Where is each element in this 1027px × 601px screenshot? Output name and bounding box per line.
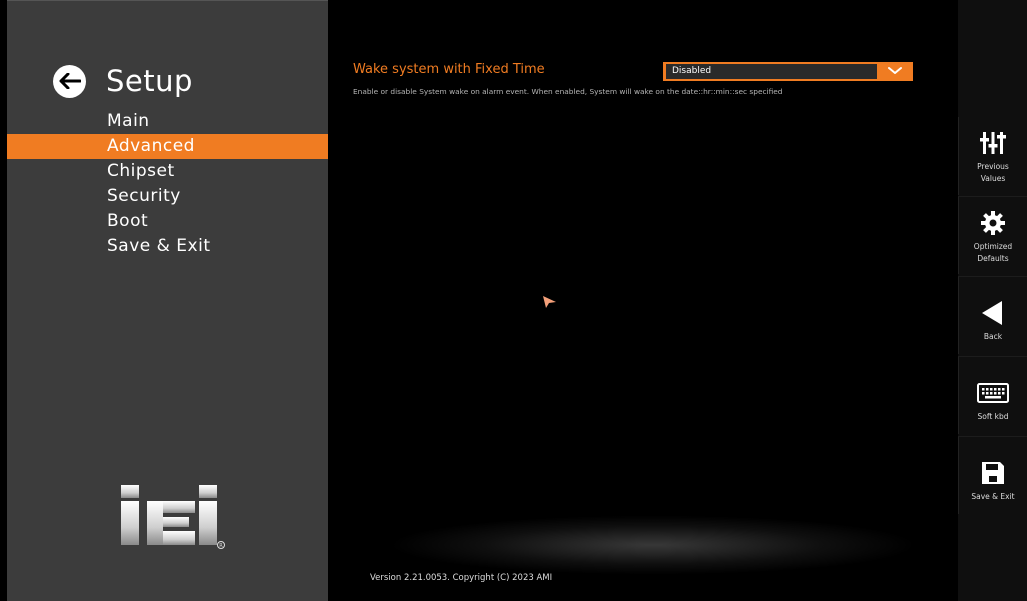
svg-text:R: R bbox=[219, 543, 223, 549]
main-menu: Main Advanced Chipset Security Boot Save… bbox=[7, 109, 328, 259]
setup-title: Setup bbox=[106, 64, 193, 98]
dropdown-value: Disabled bbox=[666, 64, 877, 79]
previous-values-line2: Values bbox=[980, 174, 1006, 183]
bottom-glow bbox=[388, 515, 918, 575]
right-action-panel: Previous Values Optimized Defaults Back … bbox=[958, 0, 1027, 601]
sidebar: Setup Main Advanced Chipset Security Boo… bbox=[7, 0, 328, 601]
soft-kbd-button[interactable]: Soft kbd bbox=[958, 356, 1027, 434]
setup-header: Setup bbox=[53, 64, 193, 98]
menu-item-chipset[interactable]: Chipset bbox=[7, 159, 328, 184]
menu-item-main[interactable]: Main bbox=[7, 109, 328, 134]
floppy-icon bbox=[981, 459, 1005, 487]
optimized-defaults-line1: Optimized bbox=[973, 242, 1013, 251]
iei-logo: R bbox=[117, 481, 229, 557]
version-text: Version 2.21.0053. Copyright (C) 2023 AM… bbox=[370, 573, 553, 583]
previous-values-button[interactable]: Previous Values bbox=[958, 117, 1027, 195]
soft-kbd-label: Soft kbd bbox=[977, 412, 1009, 421]
mouse-cursor-icon bbox=[543, 296, 556, 308]
main-content: Wake system with Fixed Time Enable or di… bbox=[328, 0, 958, 601]
menu-item-security[interactable]: Security bbox=[7, 184, 328, 209]
option-help-text: Enable or disable System wake on alarm e… bbox=[353, 87, 783, 96]
option-label[interactable]: Wake system with Fixed Time bbox=[353, 62, 545, 77]
back-triangle-icon bbox=[982, 299, 1004, 327]
back-button[interactable]: Back bbox=[958, 276, 1027, 354]
optimized-defaults-button[interactable]: Optimized Defaults bbox=[958, 196, 1027, 274]
save-exit-label: Save & Exit bbox=[971, 492, 1015, 501]
back-label: Back bbox=[983, 332, 1003, 341]
sliders-icon bbox=[980, 129, 1006, 157]
back-arrow-icon[interactable] bbox=[53, 64, 86, 98]
gear-icon bbox=[980, 209, 1006, 237]
keyboard-icon bbox=[977, 379, 1009, 407]
menu-item-boot[interactable]: Boot bbox=[7, 209, 328, 234]
save-exit-button[interactable]: Save & Exit bbox=[958, 436, 1027, 514]
wake-fixed-time-dropdown[interactable]: Disabled bbox=[663, 62, 913, 81]
chevron-down-icon bbox=[888, 67, 902, 74]
previous-values-line1: Previous bbox=[977, 162, 1009, 171]
optimized-defaults-line2: Defaults bbox=[977, 254, 1009, 263]
menu-item-advanced[interactable]: Advanced bbox=[7, 134, 328, 159]
menu-item-save-exit[interactable]: Save & Exit bbox=[7, 234, 328, 259]
